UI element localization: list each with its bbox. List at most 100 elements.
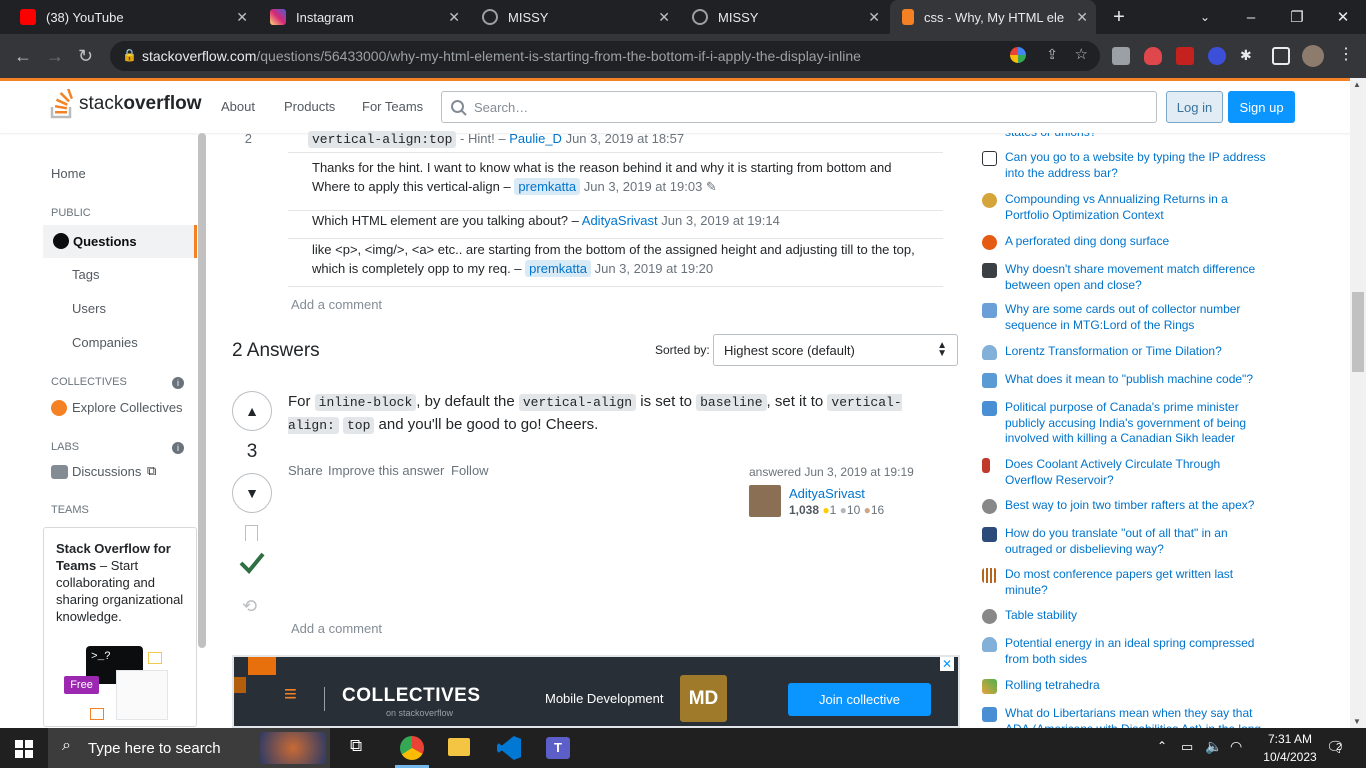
restore-button[interactable]: ❐: [1274, 0, 1320, 34]
hot-question-title[interactable]: Best way to join two timber rafters at t…: [1005, 498, 1270, 514]
b-extension-icon[interactable]: [1208, 47, 1226, 65]
author-name[interactable]: AdityaSrivast: [789, 486, 865, 501]
nav-discussions[interactable]: Discussions: [72, 464, 141, 479]
teams-icon[interactable]: T: [546, 737, 570, 759]
hot-question-title[interactable]: Do most conference papers get written la…: [1005, 567, 1270, 598]
nav-questions[interactable]: Questions: [43, 225, 197, 258]
scrollbar-thumb[interactable]: [1352, 292, 1364, 372]
join-collective-button[interactable]: Join collective: [788, 683, 931, 716]
hot-question-title[interactable]: Can you go to a website by typing the IP…: [1005, 150, 1270, 181]
puzzle-icon[interactable]: ✱: [1240, 47, 1258, 65]
google-icon[interactable]: [1010, 47, 1026, 63]
shield-extension-icon[interactable]: [1144, 47, 1162, 65]
hot-question-item[interactable]: Can you go to a website by typing the IP…: [982, 150, 1272, 181]
back-icon[interactable]: ←: [14, 46, 32, 66]
hot-question-item[interactable]: How do you translate "out of all that" i…: [982, 526, 1272, 557]
taskbar-date[interactable]: 10/4/2023: [1254, 749, 1326, 765]
signup-button[interactable]: Sign up: [1228, 91, 1295, 123]
login-button[interactable]: Log in: [1166, 91, 1223, 123]
hot-question-item[interactable]: Why are some cards out of collector numb…: [982, 302, 1272, 333]
hot-question-item[interactable]: What does it mean to "publish machine co…: [982, 372, 1272, 388]
downvote-button[interactable]: ▼: [232, 473, 272, 513]
nav-explore-collectives[interactable]: Explore Collectives: [72, 400, 183, 415]
volume-icon[interactable]: 🔈: [1205, 738, 1222, 755]
hot-question-title[interactable]: What does it mean to "publish machine co…: [1005, 372, 1270, 388]
hot-question-title[interactable]: What do Libertarians mean when they say …: [1005, 706, 1270, 728]
browser-tab-instagram[interactable]: Instagram ✕: [258, 0, 468, 34]
browser-tab-youtube[interactable]: (38) YouTube ✕: [8, 0, 256, 34]
left-sidebar-scrollbar[interactable]: [198, 133, 206, 648]
hot-question-item[interactable]: Political purpose of Canada's prime mini…: [982, 400, 1272, 447]
forward-icon[interactable]: →: [46, 46, 64, 66]
follow-link[interactable]: Follow: [451, 463, 489, 478]
nav-home[interactable]: Home: [51, 166, 86, 181]
hot-question-item[interactable]: Best way to join two timber rafters at t…: [982, 498, 1272, 514]
hot-question-title[interactable]: Table stability: [1005, 608, 1270, 624]
menu-icon[interactable]: ⋮: [1338, 44, 1354, 64]
improve-answer-link[interactable]: Improve this answer: [328, 463, 444, 478]
ad-close-icon[interactable]: ✕: [940, 657, 954, 671]
hot-question-title[interactable]: Compounding vs Annualizing Returns in a …: [1005, 192, 1270, 223]
file-explorer-icon[interactable]: [448, 738, 470, 756]
close-icon[interactable]: ✕: [868, 9, 880, 26]
close-icon[interactable]: ✕: [658, 9, 670, 26]
stackoverflow-logo[interactable]: stack overflow: [50, 89, 201, 119]
share-link[interactable]: Share: [288, 463, 323, 478]
hot-question-item[interactable]: Why doesn't share movement match differe…: [982, 262, 1272, 293]
add-comment-link[interactable]: Add a comment: [291, 297, 382, 312]
add-comment-link[interactable]: Add a comment: [291, 621, 382, 636]
share-icon[interactable]: ⇪: [1046, 46, 1058, 63]
tab-search-button[interactable]: ⌄: [1182, 0, 1228, 34]
hot-question-item[interactable]: A perforated ding dong surface: [982, 234, 1272, 250]
close-icon[interactable]: ✕: [1076, 9, 1088, 26]
show-hidden-icons-icon[interactable]: ⌃: [1157, 739, 1167, 753]
reload-icon[interactable]: ↻: [78, 46, 93, 66]
hot-question-title[interactable]: Lorentz Transformation or Time Dilation?: [1005, 344, 1270, 360]
hot-question-item[interactable]: Do most conference papers get written la…: [982, 567, 1272, 598]
nav-tags[interactable]: Tags: [72, 267, 99, 282]
avatar[interactable]: [749, 485, 781, 517]
close-icon[interactable]: ✕: [448, 9, 460, 26]
comment-user[interactable]: Paulie_D: [509, 131, 562, 146]
taskbar-search-box[interactable]: ⌕ Type here to search: [48, 728, 330, 768]
hot-question-item[interactable]: Table stability: [982, 608, 1272, 624]
browser-tab-missy-2[interactable]: MISSY ✕: [680, 0, 888, 34]
hot-question-item[interactable]: states or unions?: [982, 133, 1272, 141]
hot-question-title[interactable]: Potential energy in an ideal spring comp…: [1005, 636, 1270, 667]
hot-question-title[interactable]: A perforated ding dong surface: [1005, 234, 1270, 250]
scroll-down-arrow-icon[interactable]: ▼: [1353, 717, 1361, 726]
nav-products[interactable]: Products: [284, 99, 335, 114]
nav-about[interactable]: About: [221, 99, 255, 114]
comment-date[interactable]: Jun 3, 2019 at 19:20: [595, 261, 714, 276]
info-icon[interactable]: i: [172, 377, 184, 389]
hot-question-title[interactable]: Does Coolant Actively Circulate Through …: [1005, 457, 1270, 488]
bookmark-icon[interactable]: [245, 525, 258, 541]
comment-user[interactable]: premkatta: [525, 260, 591, 277]
vscode-icon[interactable]: [497, 736, 521, 760]
collectives-ad[interactable]: ≡ COLLECTIVES on stackoverflow Mobile De…: [232, 655, 960, 728]
minimize-button[interactable]: –: [1228, 0, 1274, 34]
hot-question-title[interactable]: Why doesn't share movement match differe…: [1005, 262, 1270, 293]
page-scrollbar[interactable]: ▲ ▼: [1350, 78, 1366, 728]
hot-question-title[interactable]: Why are some cards out of collector numb…: [1005, 302, 1270, 333]
bookmark-star-icon[interactable]: ☆: [1075, 45, 1088, 63]
comment-user[interactable]: AdityaSrivast: [582, 213, 658, 228]
windows-start-icon[interactable]: [15, 740, 33, 758]
nav-companies[interactable]: Companies: [72, 335, 138, 350]
profile-avatar[interactable]: [1302, 45, 1324, 67]
nav-users[interactable]: Users: [72, 301, 106, 316]
browser-tab-stackoverflow[interactable]: css - Why, My HTML eleme ✕: [890, 0, 1096, 34]
wifi-icon[interactable]: ◠: [1230, 738, 1242, 755]
upvote-button[interactable]: ▲: [232, 391, 272, 431]
browser-tab-missy-1[interactable]: MISSY ✕: [470, 0, 678, 34]
hot-question-item[interactable]: Lorentz Transformation or Time Dilation?: [982, 344, 1272, 360]
chrome-taskbar-icon[interactable]: [400, 736, 424, 760]
taskbar-time[interactable]: 7:31 AM: [1254, 731, 1326, 747]
address-bar[interactable]: 🔒 stackoverflow.com/questions/56433000/w…: [110, 41, 1100, 71]
comment-date[interactable]: Jun 3, 2019 at 18:57: [566, 131, 685, 146]
sort-select[interactable]: Highest score (default) ▲ ▼: [713, 334, 958, 366]
hot-question-item[interactable]: Potential energy in an ideal spring comp…: [982, 636, 1272, 667]
task-view-icon[interactable]: ⧉: [350, 736, 362, 756]
hot-question-title[interactable]: Rolling tetrahedra: [1005, 678, 1270, 694]
hot-question-title[interactable]: Political purpose of Canada's prime mini…: [1005, 400, 1270, 447]
